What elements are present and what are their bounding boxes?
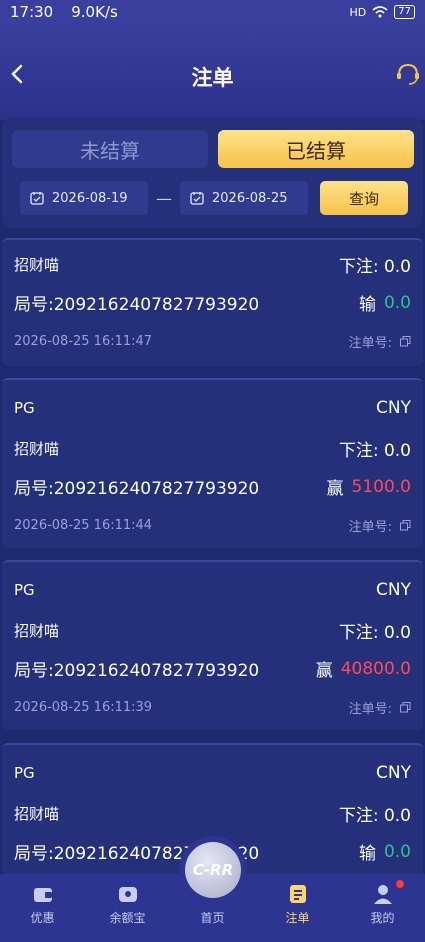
status-speed: 9.0K/s bbox=[71, 3, 118, 21]
result-label: 输 bbox=[358, 844, 376, 864]
wifi-icon bbox=[372, 6, 388, 18]
nav-mine[interactable]: 我的 bbox=[348, 880, 418, 926]
nav-promo[interactable]: 优惠 bbox=[8, 883, 78, 926]
bet-time: 2026-08-25 16:11:39 bbox=[14, 700, 153, 715]
bet-card[interactable]: 招财喵 下注: 0.0 局号:2092162407827793920 输 0.0 … bbox=[2, 238, 423, 366]
bet-amount: 下注: 0.0 bbox=[338, 441, 411, 461]
notification-dot bbox=[395, 880, 404, 888]
nav-promo-label: 优惠 bbox=[30, 911, 55, 925]
currency: CNY bbox=[376, 398, 411, 418]
provider-name: PG bbox=[14, 764, 35, 782]
end-date-field[interactable]: 2026-08-25 bbox=[180, 181, 308, 215]
currency: CNY bbox=[376, 580, 411, 600]
status-bar: 17:30 9.0K/s HD 77 bbox=[0, 0, 425, 24]
page-title: 注单 bbox=[191, 66, 234, 90]
user-avatar-icon bbox=[373, 885, 392, 904]
status-time: 17:30 bbox=[10, 3, 54, 21]
order-number-label: 注单号: bbox=[348, 336, 392, 351]
result-label: 输 bbox=[358, 295, 376, 315]
start-date-value: 2026-08-19 bbox=[52, 190, 128, 206]
result-amount: 0.0 bbox=[383, 841, 411, 862]
copy-icon[interactable] bbox=[400, 520, 411, 531]
result-amount: 40800.0 bbox=[340, 658, 411, 679]
game-name: 招财喵 bbox=[14, 440, 60, 458]
header: 注单 bbox=[0, 24, 425, 120]
order-number-label: 注单号: bbox=[348, 702, 392, 717]
date-separator: — bbox=[156, 189, 172, 208]
copy-icon[interactable] bbox=[400, 702, 411, 713]
bet-amount: 下注: 0.0 bbox=[338, 623, 411, 643]
bet-card[interactable]: PG CNY 招财喵 下注: 0.0 局号:209216240782779392… bbox=[2, 378, 423, 548]
home-center-button[interactable]: C-RR bbox=[185, 842, 241, 898]
round-number: 局号:2092162407827793920 bbox=[14, 295, 260, 315]
tab-settled[interactable]: 已结算 bbox=[218, 130, 414, 168]
start-date-field[interactable]: 2026-08-19 bbox=[20, 181, 148, 215]
nav-orders[interactable]: 注单 bbox=[263, 883, 333, 926]
currency: CNY bbox=[376, 763, 411, 783]
bet-time: 2026-08-25 16:11:44 bbox=[14, 518, 153, 533]
home-logo-text: C-RR bbox=[192, 861, 234, 879]
provider-name: PG bbox=[14, 399, 35, 417]
copy-icon[interactable] bbox=[400, 336, 411, 347]
nav-mine-label: 我的 bbox=[370, 911, 395, 925]
provider-name: PG bbox=[14, 581, 35, 599]
nav-orders-label: 注单 bbox=[285, 911, 310, 925]
result-label: 赢 bbox=[315, 661, 333, 681]
status-right: HD 77 bbox=[350, 5, 415, 19]
round-number: 局号:2092162407827793920 bbox=[14, 661, 260, 681]
piggy-wallet-icon bbox=[118, 887, 137, 902]
battery-icon: 77 bbox=[394, 5, 415, 19]
order-number-label: 注单号: bbox=[348, 520, 392, 535]
nav-balance[interactable]: 余额宝 bbox=[93, 883, 163, 926]
end-date-value: 2026-08-25 bbox=[212, 190, 288, 206]
round-number: 局号:2092162407827793920 bbox=[14, 479, 260, 499]
nav-home-label: 首页 bbox=[200, 911, 225, 925]
result-label: 赢 bbox=[326, 479, 344, 499]
tab-unsettled[interactable]: 未结算 bbox=[12, 130, 208, 168]
bet-amount: 下注: 0.0 bbox=[338, 806, 411, 826]
bet-time: 2026-08-25 16:11:47 bbox=[14, 334, 153, 349]
nav-balance-label: 余额宝 bbox=[109, 911, 146, 925]
game-name: 招财喵 bbox=[14, 805, 60, 823]
customer-service-icon[interactable] bbox=[395, 60, 421, 88]
query-button[interactable]: 查询 bbox=[320, 181, 408, 215]
filter-panel: 未结算 已结算 2026-08-19 — 2026-08-25 查询 bbox=[2, 118, 423, 228]
network-hd-label: HD bbox=[349, 5, 367, 19]
game-name: 招财喵 bbox=[14, 622, 60, 640]
calendar-icon bbox=[190, 192, 204, 205]
calendar-icon bbox=[30, 192, 44, 205]
game-name: 招财喵 bbox=[14, 256, 60, 274]
bet-card[interactable]: PG CNY 招财喵 下注: 0.0 局号:209216240782779392… bbox=[2, 560, 423, 730]
bet-amount: 下注: 0.0 bbox=[338, 257, 411, 277]
result-amount: 5100.0 bbox=[351, 476, 411, 497]
orders-list-icon bbox=[289, 885, 306, 903]
result-amount: 0.0 bbox=[383, 292, 411, 313]
wallet-gift-icon bbox=[33, 888, 52, 902]
